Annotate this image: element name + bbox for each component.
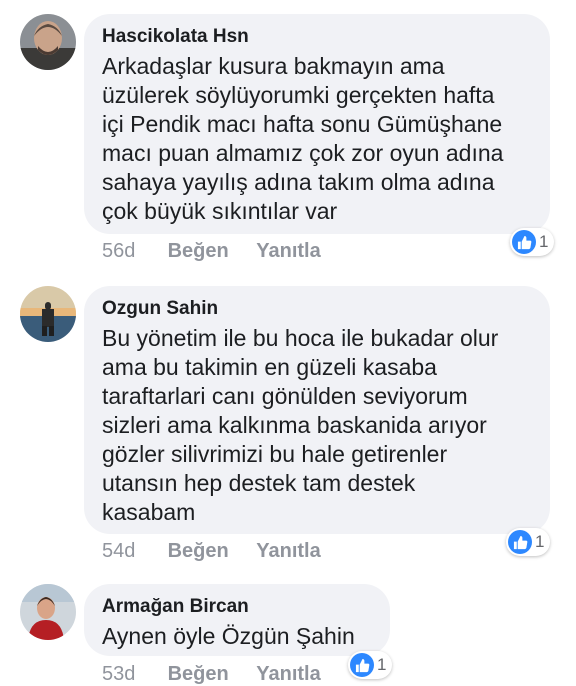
comment-text: Aynen öyle Özgün Şahin bbox=[102, 622, 372, 651]
comment-text-line: sizleri ama kalkınma baskanida arıyor bbox=[102, 412, 487, 438]
like-button[interactable]: Beğen bbox=[168, 239, 229, 263]
comment-timestamp[interactable]: 53d bbox=[102, 662, 162, 686]
comment-text-line: Arkadaşlar kusura bakmayın ama bbox=[102, 53, 445, 79]
comment-bubble: Ozgun Sahin Bu yönetim ile bu hoca ile b… bbox=[84, 286, 550, 534]
comment-actions: 54d Beğen Yanıtla bbox=[102, 539, 343, 563]
reply-button[interactable]: Yanıtla bbox=[256, 539, 320, 563]
comment-text-line: gözler silivrimizi bu hale getirenler bbox=[102, 441, 448, 467]
comment-text-line: ama bu takimin en güzeli kasaba bbox=[102, 354, 437, 380]
reaction-badge[interactable]: 1 bbox=[510, 228, 555, 256]
comment-timestamp[interactable]: 56d bbox=[102, 239, 162, 263]
comment-text-line: kasabam bbox=[102, 499, 196, 525]
reaction-count: 1 bbox=[377, 655, 387, 674]
reaction-count: 1 bbox=[535, 532, 545, 551]
avatar[interactable] bbox=[20, 286, 76, 342]
like-button[interactable]: Beğen bbox=[168, 662, 229, 686]
comment-text-line: Bu yönetim ile bu hoca ile bukadar olur bbox=[102, 325, 499, 351]
reaction-count: 1 bbox=[539, 232, 549, 251]
comment-text-line: sahaya yayılış adına takım olma adına bbox=[102, 169, 495, 195]
comment-bubble: Armağan Bircan Aynen öyle Özgün Şahin bbox=[84, 584, 390, 656]
comment-author[interactable]: Hascikolata Hsn bbox=[102, 26, 532, 48]
comment-timestamp[interactable]: 54d bbox=[102, 539, 162, 563]
comment-text: Bu yönetim ile bu hoca ile bukadar olur … bbox=[102, 324, 532, 527]
comment-text-line: utansın hep destek tam destek bbox=[102, 470, 416, 496]
reply-button[interactable]: Yanıtla bbox=[256, 239, 320, 263]
comment-text-line: çok büyük sıkıntılar var bbox=[102, 198, 338, 224]
avatar[interactable] bbox=[20, 584, 76, 640]
comment-text: Arkadaşlar kusura bakmayın ama üzülerek … bbox=[102, 52, 532, 226]
like-thumbs-up-icon bbox=[512, 230, 536, 254]
comment-text-line: macı puan almamız çok zor oyun adına bbox=[102, 140, 504, 166]
comment-bubble: Hascikolata Hsn Arkadaşlar kusura bakmay… bbox=[84, 14, 550, 234]
comment-text-line: taraftarlari canı gönülden seviyorum bbox=[102, 383, 468, 409]
reply-button[interactable]: Yanıtla bbox=[256, 662, 320, 686]
like-button[interactable]: Beğen bbox=[168, 539, 229, 563]
comment-text-line: üzülerek söylüyorumki gerçekten hafta bbox=[102, 82, 495, 108]
comment-text-line: içi Pendik macı hafta sonu Gümüşhane bbox=[102, 111, 503, 137]
reaction-badge[interactable]: 1 bbox=[348, 651, 393, 679]
comment-author[interactable]: Ozgun Sahin bbox=[102, 298, 532, 320]
like-thumbs-up-icon bbox=[508, 530, 532, 554]
comment-actions: 53d Beğen Yanıtla bbox=[102, 662, 343, 686]
avatar[interactable] bbox=[20, 14, 76, 70]
reaction-badge[interactable]: 1 bbox=[506, 528, 551, 556]
comment-author[interactable]: Armağan Bircan bbox=[102, 596, 372, 618]
comment-text-line: Aynen öyle Özgün Şahin bbox=[102, 623, 355, 649]
comment-actions: 56d Beğen Yanıtla bbox=[102, 239, 343, 263]
like-thumbs-up-icon bbox=[350, 653, 374, 677]
